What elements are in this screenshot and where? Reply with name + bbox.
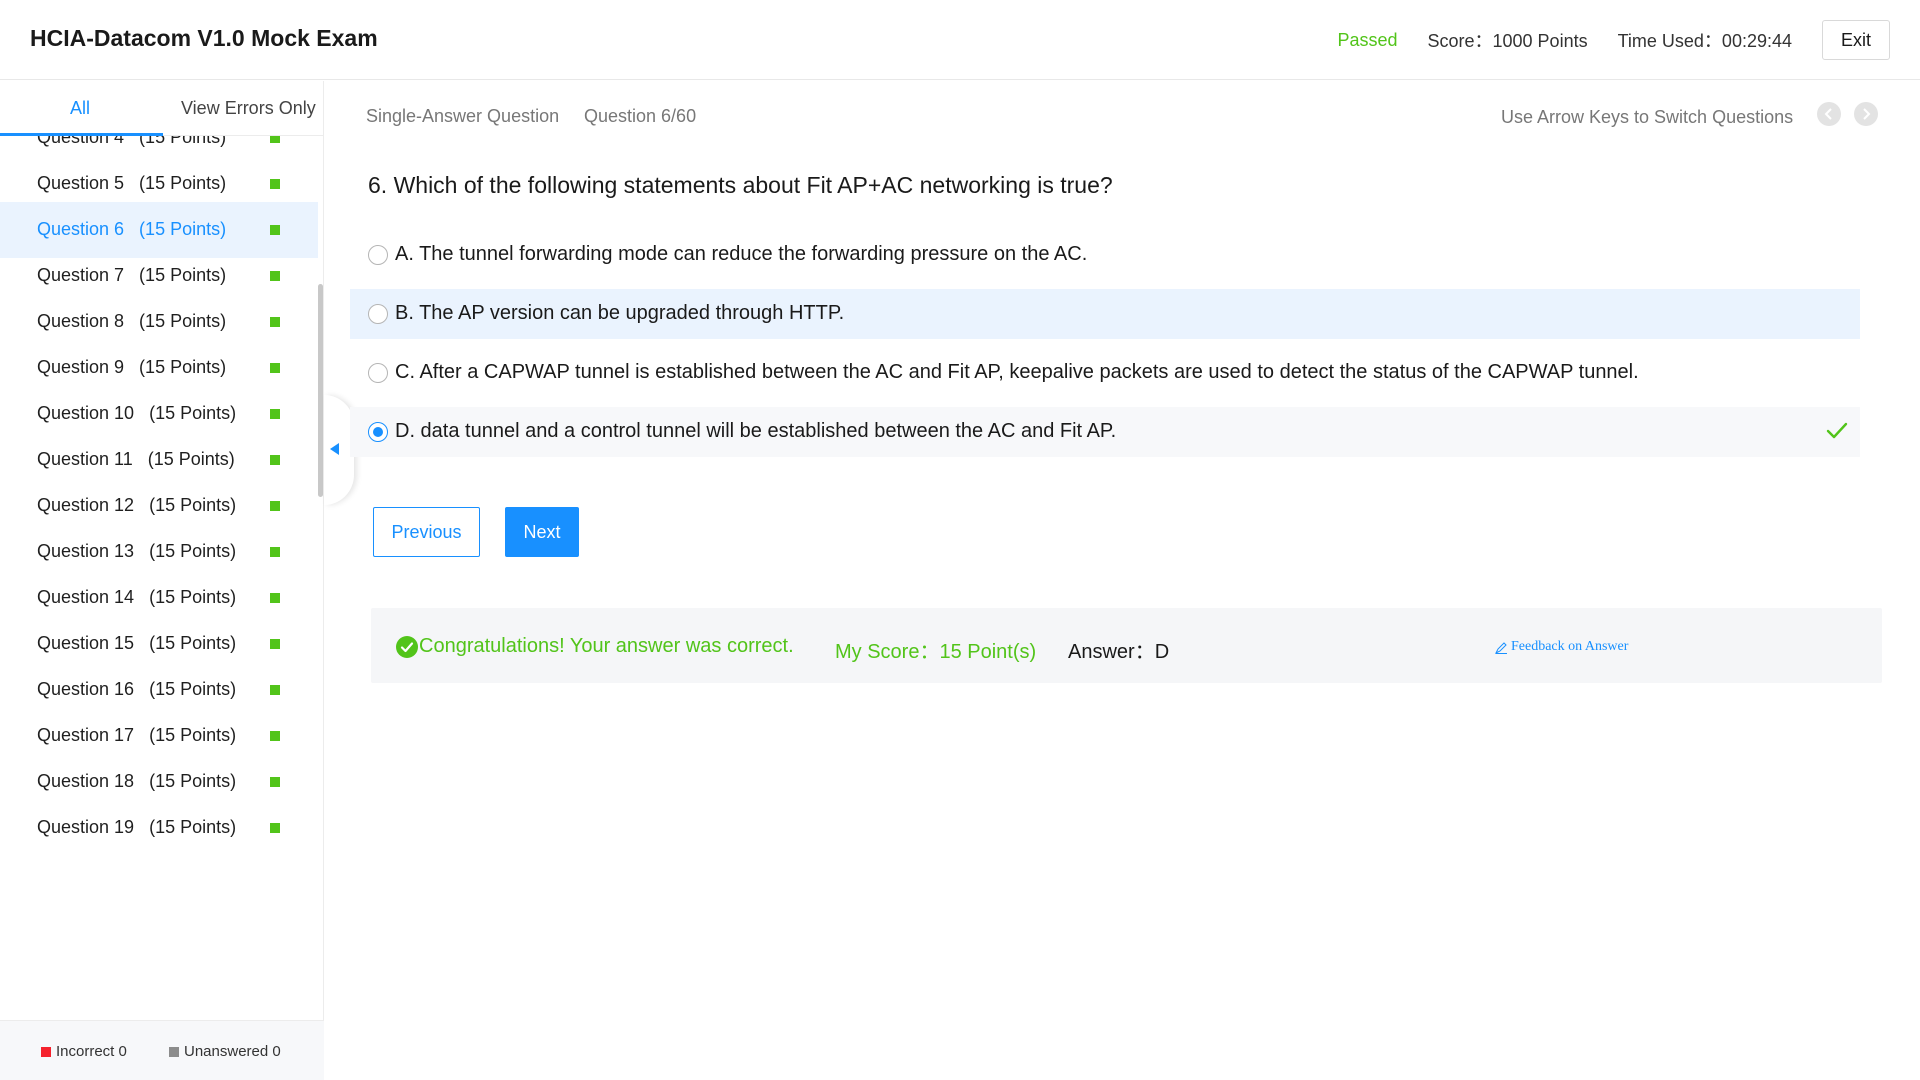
radio-button[interactable] [368,245,388,265]
my-score: My Score：15 Point(s) [835,641,1037,663]
top-bar: HCIA-Datacom V1.0 Mock Exam Passed Score… [0,0,1920,80]
total-score: Score：1000 Points [1427,31,1588,51]
option-text: B. The AP version can be upgraded throug… [395,302,845,324]
feedback-label: Feedback on Answer [1511,639,1629,654]
unanswered-color-swatch [169,1046,179,1057]
answered-status-marker [270,455,280,465]
exit-button[interactable]: Exit [1822,20,1890,60]
question-panel: Single-Answer Question Question 6/60 Use… [324,81,1920,1080]
next-button[interactable]: Next [505,507,579,557]
exam-title: HCIA-Datacom V1.0 Mock Exam [30,25,378,51]
question-item-label: Question 4 (15 Points) [37,136,227,147]
option-text: C. After a CAPWAP tunnel is established … [395,361,1639,383]
question-sidebar: All View Errors Only Question 4 (15 Poin… [0,81,324,1080]
tab-all[interactable]: All [70,98,90,119]
question-item-label: Question 16 (15 Points) [37,679,237,699]
answered-status-marker [270,501,280,511]
question-list: Question 4 (15 Points) Question 5 (15 Po… [0,136,324,1020]
question-counter: Question 6/60 [584,106,697,126]
question-item-label: Question 18 (15 Points) [37,771,237,791]
answered-status-marker [270,777,280,787]
question-item-label: Question 8 (15 Points) [37,311,227,331]
radio-button-selected[interactable] [368,422,388,442]
legend-incorrect-label: Incorrect 0 [56,1043,127,1060]
sidebar-tabs: All View Errors Only [0,81,324,136]
option-text: D. data tunnel and a control tunnel will… [395,420,1117,442]
answered-status-marker [270,547,280,557]
chevron-left-icon [1824,108,1832,120]
answered-status-marker [270,823,280,833]
sidebar-legend: Incorrect 0 Unanswered 0 [0,1020,324,1080]
feedback-link[interactable]: Feedback on Answer [1495,639,1628,655]
question-item-label: Question 5 (15 Points) [37,173,227,193]
answered-status-marker [270,271,280,281]
header-status-area: Passed Score：1000 Points Time Used：00:29… [1337,20,1890,60]
answered-status-marker [270,136,280,143]
answered-status-marker [270,179,280,189]
check-circle-icon [396,636,418,658]
answer-option-d[interactable]: D. data tunnel and a control tunnel will… [350,407,1860,457]
question-item-label: Question 10 (15 Points) [37,403,237,423]
pass-status: Passed [1337,29,1398,50]
answered-status-marker [270,593,280,603]
legend-incorrect: Incorrect 0 [41,1043,127,1060]
sidebar-scrollbar[interactable] [318,284,323,497]
answer-option-b[interactable]: B. The AP version can be upgraded throug… [350,289,1860,339]
result-message: Congratulations! Your answer was correct… [419,635,794,657]
answered-status-marker [270,731,280,741]
radio-button[interactable] [368,304,388,324]
answered-status-marker [270,363,280,373]
question-item-label: Question 17 (15 Points) [37,725,237,745]
answer-result-panel: Congratulations! Your answer was correct… [371,608,1882,683]
radio-button[interactable] [368,363,388,383]
incorrect-color-swatch [41,1046,51,1057]
question-type: Single-Answer Question [366,106,560,126]
legend-unanswered: Unanswered 0 [169,1043,281,1060]
chevron-right-icon [1863,108,1871,120]
edit-icon [1495,641,1507,654]
question-text: 6. Which of the following statements abo… [368,172,1113,198]
answered-status-marker [270,225,280,235]
option-text: A. The tunnel forwarding mode can reduce… [395,243,1088,265]
answered-status-marker [270,685,280,695]
tab-view-errors[interactable]: View Errors Only [181,98,316,119]
question-item-label: Question 12 (15 Points) [37,495,237,515]
question-item-label: Question 6 (15 Points) [37,219,227,239]
check-icon [1826,422,1848,439]
time-used: Time Used：00:29:44 [1617,31,1792,51]
question-item-label: Question 14 (15 Points) [37,587,237,607]
answer-option-c[interactable]: C. After a CAPWAP tunnel is established … [350,348,1860,398]
keyboard-hint: Use Arrow Keys to Switch Questions [1501,107,1794,127]
question-item-label: Question 9 (15 Points) [37,357,227,377]
answered-status-marker [270,317,280,327]
answer-option-a[interactable]: A. The tunnel forwarding mode can reduce… [350,230,1860,280]
correct-answer: Answer：D [1068,641,1170,663]
previous-button[interactable]: Previous [373,507,480,557]
question-item-label: Question 15 (15 Points) [37,633,237,653]
radio-selected-dot [373,427,383,437]
answered-status-marker [270,409,280,419]
question-item-label: Question 11 (15 Points) [37,449,235,469]
question-item-label: Question 19 (15 Points) [37,817,237,837]
question-list-item[interactable]: Question 19 (15 Points) [0,800,318,856]
legend-unanswered-label: Unanswered 0 [184,1043,281,1060]
question-item-label: Question 13 (15 Points) [37,541,237,561]
answered-status-marker [270,639,280,649]
previous-question-arrow[interactable] [1817,102,1841,126]
next-question-arrow[interactable] [1854,102,1878,126]
question-item-label: Question 7 (15 Points) [37,265,227,285]
